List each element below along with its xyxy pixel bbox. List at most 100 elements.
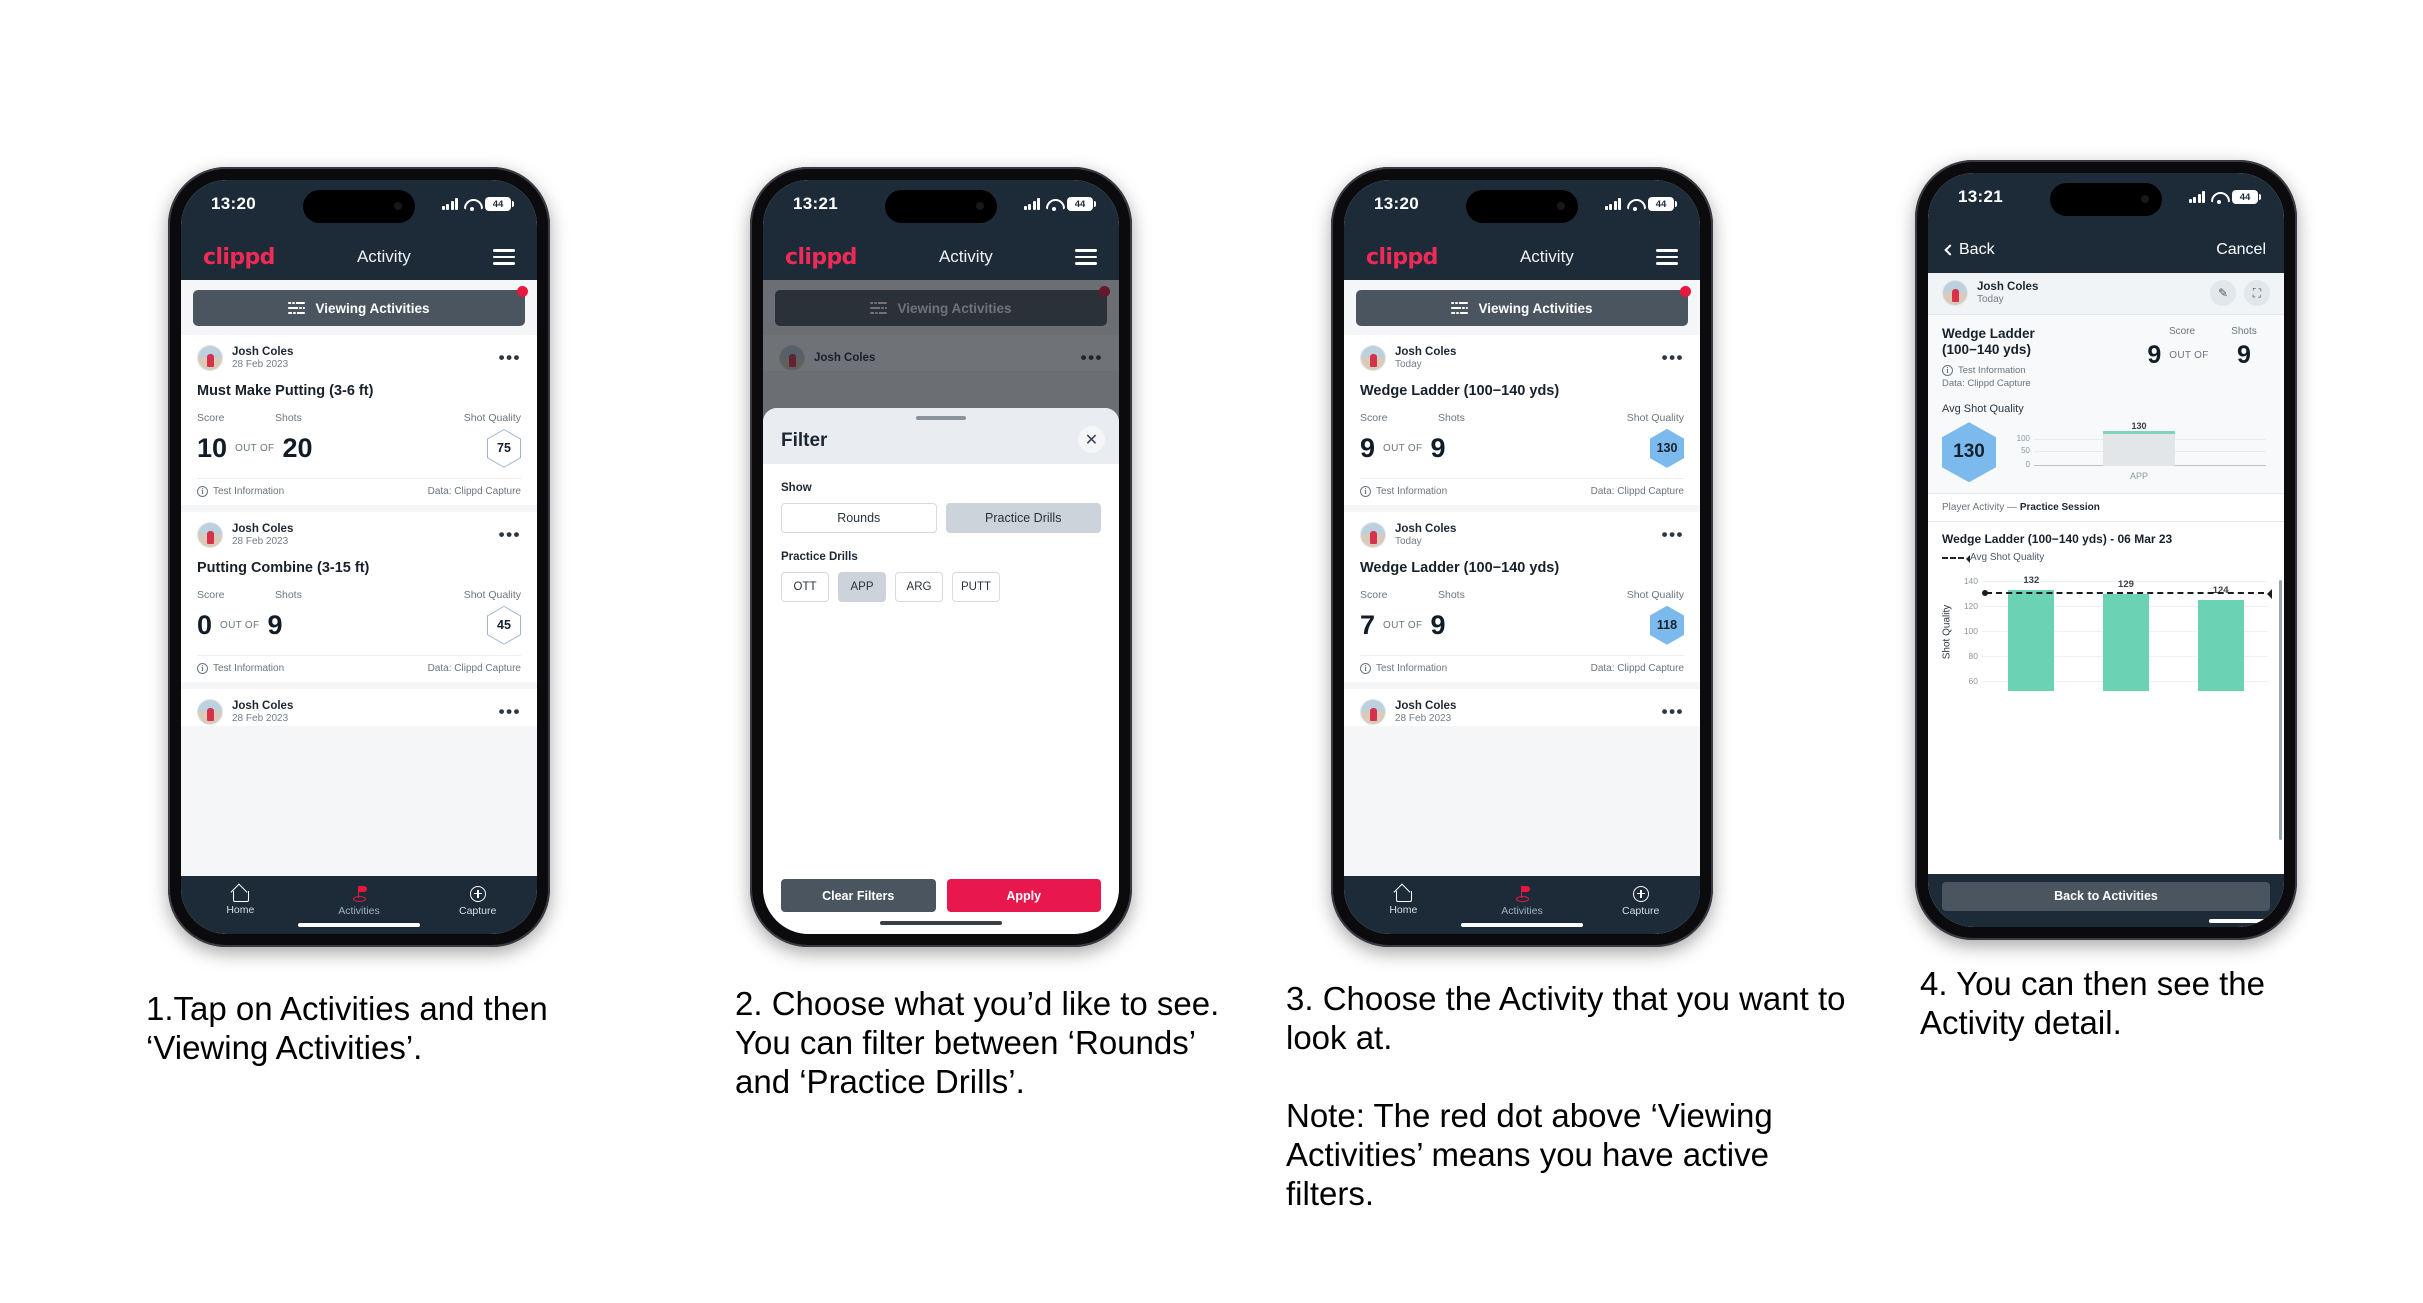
hamburger-icon[interactable] — [1075, 249, 1097, 265]
shot-quality-chart: Wedge Ladder (100−140 yds) - 06 Mar 23 A… — [1928, 522, 2284, 841]
card-more-icon[interactable]: ••• — [1662, 349, 1684, 366]
shots-label: Shots — [275, 588, 302, 601]
close-icon[interactable]: ✕ — [1078, 426, 1105, 453]
detail-data-line: Data: Clippd Capture — [1942, 378, 2031, 390]
hamburger-icon[interactable] — [1656, 249, 1678, 265]
tab-home[interactable]: Home — [1344, 886, 1463, 916]
chart-bar: 124 — [2197, 585, 2244, 692]
clippd-logo[interactable]: clippd — [1366, 245, 1438, 270]
tab-home[interactable]: Home — [181, 886, 300, 916]
activity-card-partial[interactable]: Josh Coles 28 Feb 2023 ••• — [1344, 688, 1700, 726]
show-section-label: Show — [781, 482, 812, 494]
filter-chip-putt[interactable]: PUTT — [952, 572, 1000, 602]
tab-home-label: Home — [1389, 904, 1418, 916]
info-icon: i — [1360, 485, 1371, 497]
phone-4: 13:21 44 Back Cancel Josh Coles Today ✎ … — [1915, 160, 2297, 940]
avatar — [197, 522, 223, 549]
info-icon: i — [1942, 365, 1953, 377]
viewing-activities-button[interactable]: Viewing Activities — [193, 290, 525, 326]
clear-filters-button[interactable]: Clear Filters — [781, 879, 936, 912]
chart-bar: 132 — [2008, 575, 2055, 692]
card-foot-left: Test Information — [1376, 662, 1448, 674]
detail-info-line: i Test Information — [1942, 365, 2060, 377]
chart-legend: Avg Shot Quality — [1942, 552, 2270, 563]
card-title: Wedge Ladder (100−140 yds) — [1360, 382, 1560, 399]
score-value: 0 — [197, 609, 213, 640]
out-of-label: OUT OF — [1383, 442, 1423, 454]
chart-plot-area: Shot Quality 140 120 100 80 60 132 129 1… — [1942, 573, 2272, 692]
viewing-activities-label: Viewing Activities — [1478, 300, 1593, 316]
shots-value: 9 — [1430, 609, 1446, 640]
clippd-logo[interactable]: clippd — [203, 245, 275, 270]
wifi-icon — [464, 199, 479, 211]
card-more-icon[interactable]: ••• — [499, 349, 521, 366]
chevron-left-icon — [1944, 244, 1956, 256]
dynamic-island — [1466, 190, 1578, 223]
viewing-activities-label: Viewing Activities — [315, 300, 430, 316]
activity-detail: Josh Coles Today ✎ ⛶ Wedge Ladder (100−1… — [1928, 273, 2284, 874]
section-divider: Player Activity — Practice Session — [1928, 493, 2284, 523]
mini-bar-cap — [2103, 431, 2175, 435]
status-time: 13:20 — [211, 194, 256, 213]
shots-value: 9 — [1430, 432, 1446, 463]
cancel-button[interactable]: Cancel — [2216, 241, 2266, 259]
shot-quality-hexagon: 118 — [1650, 605, 1684, 645]
detail-user-row: Josh Coles Today ✎ ⛶ — [1928, 273, 2284, 315]
card-more-icon[interactable]: ••• — [1662, 526, 1684, 543]
activity-card[interactable]: Josh Coles 28 Feb 2023 ••• Must Make Put… — [181, 335, 537, 505]
activity-card[interactable]: Josh Coles Today ••• Wedge Ladder (100−1… — [1344, 511, 1700, 682]
chart-bars: 132 129 124 — [1984, 573, 2268, 692]
activity-card[interactable]: Josh Coles 28 Feb 2023 ••• Putting Combi… — [181, 511, 537, 682]
clippd-logo[interactable]: clippd — [785, 245, 857, 270]
mini-x-label: APP — [2129, 471, 2149, 482]
card-title: Must Make Putting (3-6 ft) — [197, 382, 374, 399]
filter-chip-app[interactable]: APP — [838, 572, 886, 602]
back-button[interactable]: Back — [1944, 241, 1995, 259]
tutorial-board: 13:20 44 clippd Activity Viewing Activit… — [0, 0, 2423, 1303]
tab-activities[interactable]: Activities — [1463, 885, 1582, 917]
golf-flag-icon — [1514, 885, 1531, 902]
filter-chip-ott[interactable]: OTT — [781, 572, 829, 602]
info-icon: i — [197, 485, 208, 497]
card-more-icon[interactable]: ••• — [1662, 703, 1684, 720]
scrollbar[interactable] — [2279, 580, 2282, 841]
filter-chip-rounds[interactable]: Rounds — [781, 503, 937, 533]
hamburger-icon[interactable] — [493, 249, 515, 265]
apply-button[interactable]: Apply — [946, 879, 1101, 912]
page-title: Activity — [1519, 247, 1574, 266]
back-to-activities-button[interactable]: Back to Activities — [1942, 881, 2270, 911]
filter-chip-practice-drills[interactable]: Practice Drills — [945, 503, 1101, 533]
card-more-icon[interactable]: ••• — [499, 526, 521, 543]
viewing-activities-button[interactable]: Viewing Activities — [1356, 290, 1688, 326]
drag-handle[interactable] — [916, 416, 966, 420]
caption-step-1: 1.Tap on Activities and then ‘Viewing Ac… — [146, 990, 548, 1066]
practice-drill-options: OTT APP ARG PUTT — [781, 572, 1101, 602]
tab-activities[interactable]: Activities — [300, 885, 419, 917]
activity-card-partial[interactable]: Josh Coles 28 Feb 2023 ••• — [181, 688, 537, 726]
ytick-60: 60 — [1968, 676, 1978, 687]
mini-bar-value: 130 — [2131, 421, 2147, 432]
battery-icon: 44 — [485, 197, 514, 211]
tab-capture[interactable]: Capture — [1581, 885, 1700, 917]
status-time: 13:20 — [1374, 194, 1419, 213]
score-value: 10 — [197, 432, 228, 463]
filter-modal-footer: Clear Filters Apply — [763, 879, 1119, 934]
shot-quality-label: Shot Quality — [1626, 588, 1684, 601]
tab-capture[interactable]: Capture — [418, 885, 537, 917]
avatar — [197, 699, 223, 726]
pencil-icon[interactable]: ✎ — [2210, 280, 2236, 307]
activity-list: Viewing Activities Josh Coles 28 Feb 202… — [181, 280, 537, 876]
chart-avg-line — [1982, 589, 2272, 600]
back-label: Back — [1959, 241, 1995, 258]
tab-home-label: Home — [226, 904, 255, 916]
activity-card[interactable]: Josh Coles Today ••• Wedge Ladder (100−1… — [1344, 335, 1700, 505]
status-time: 13:21 — [793, 194, 838, 213]
phone-3: 13:20 44 clippd Activity Viewing Activit… — [1331, 167, 1713, 947]
avg-shot-quality-mini-chart: 100 50 0 130 APP — [2008, 421, 2270, 483]
expand-icon[interactable]: ⛶ — [2244, 280, 2270, 307]
score-value: 9 — [1360, 432, 1376, 463]
filter-chip-arg[interactable]: ARG — [895, 572, 943, 602]
status-bar: 13:20 44 — [1344, 180, 1700, 234]
avg-line-swatch — [1942, 554, 1970, 563]
card-more-icon[interactable]: ••• — [499, 703, 521, 720]
